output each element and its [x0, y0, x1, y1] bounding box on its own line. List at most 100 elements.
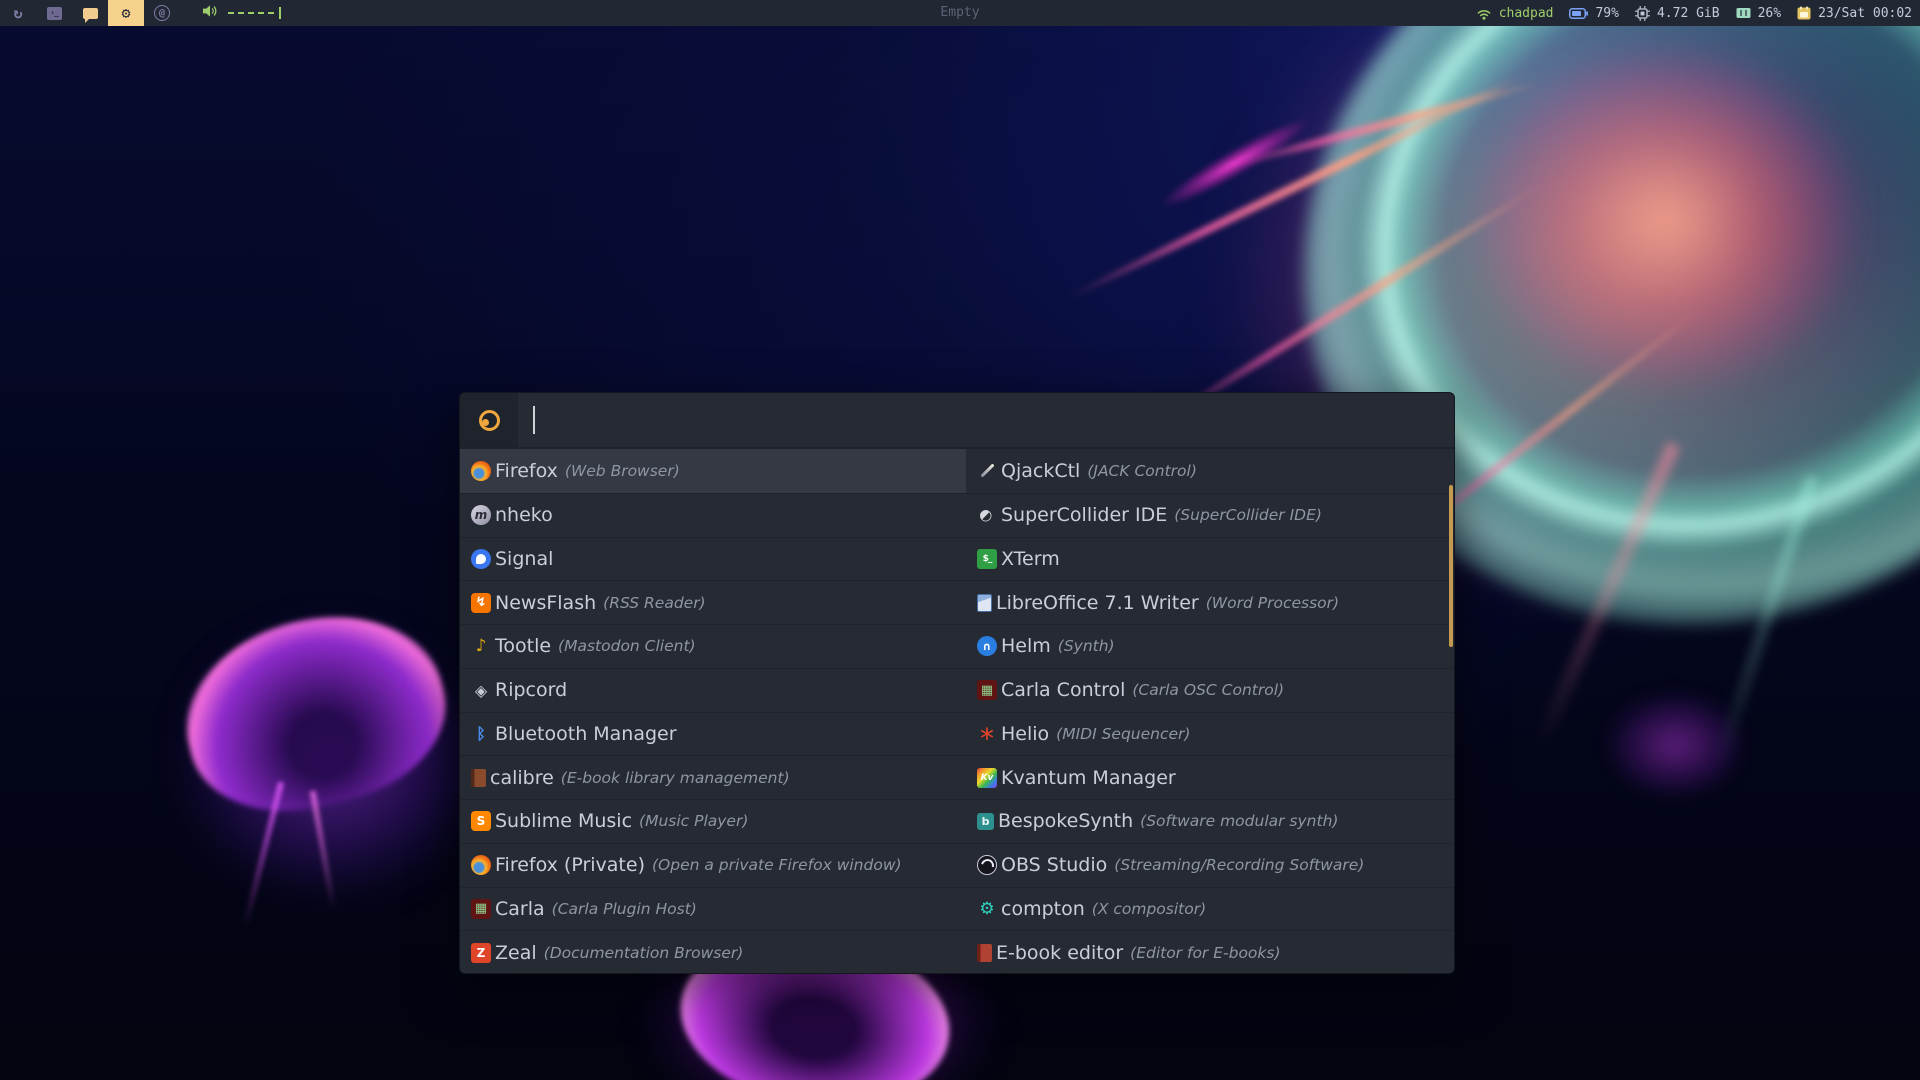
app-row[interactable]: Helm (Synth) [966, 624, 1454, 668]
app-row[interactable]: Firefox (Web Browser) [460, 449, 966, 493]
sublime-music-icon [471, 811, 491, 832]
app-row[interactable]: XTerm [966, 536, 1454, 581]
app-name: OBS Studio [1001, 854, 1108, 877]
text-cursor [533, 406, 535, 434]
workspace-button[interactable] [36, 0, 72, 26]
workspace-button[interactable] [144, 0, 180, 26]
battery-icon [1569, 7, 1589, 19]
window-title: Empty [940, 5, 980, 20]
jellyfish-tentacle [1533, 441, 1681, 749]
qjackctl-icon [977, 461, 997, 481]
compton-icon [977, 899, 997, 919]
jellyfish-left-bell [166, 591, 464, 834]
volume-slider-handle[interactable] [279, 7, 281, 19]
kvantum-icon [977, 767, 997, 788]
nheko-icon [471, 505, 491, 526]
app-row[interactable]: Tootle (Mastodon Client) [460, 624, 966, 668]
app-description: (Editor for E-books) [1130, 943, 1281, 962]
helio-icon [977, 724, 997, 744]
app-row[interactable]: E-book editor (Editor for E-books) [966, 930, 1454, 973]
app-row[interactable]: compton (X compositor) [966, 886, 1454, 931]
chip-icon [1634, 5, 1650, 21]
app-row[interactable]: Firefox (Private) (Open a private Firefo… [460, 842, 966, 887]
supercollider-icon [977, 505, 997, 525]
app-name: nheko [495, 504, 553, 527]
results-column-left: Firefox (Web Browser) nheko Signal [460, 449, 966, 973]
app-name: Carla [495, 897, 545, 920]
app-name: Helio [1001, 722, 1050, 745]
volume-control[interactable] [202, 0, 281, 26]
calibre-icon [471, 768, 486, 787]
app-description: (E-book library management) [560, 768, 790, 787]
status-bar: Empty chadpad [0, 0, 1920, 26]
ram-percentage: 26% [1757, 5, 1782, 21]
app-name: E-book editor [996, 941, 1124, 964]
workspace-button[interactable] [108, 0, 144, 26]
workspace-switcher [0, 0, 180, 26]
jellyfish-filament [1224, 77, 1546, 172]
app-row[interactable]: Signal [460, 536, 966, 581]
app-description: (Carla Plugin Host) [551, 899, 697, 918]
app-name: LibreOffice 7.1 Writer [996, 591, 1199, 614]
wifi-icon [1476, 7, 1492, 20]
battery-percentage: 79% [1595, 5, 1619, 21]
app-row[interactable]: BespokeSynth (Software modular synth) [966, 799, 1454, 843]
app-name: NewsFlash [495, 591, 597, 614]
app-name: XTerm [1001, 547, 1060, 570]
app-row[interactable]: Zeal (Documentation Browser) [460, 930, 966, 973]
app-row[interactable]: OBS Studio (Streaming/Recording Software… [966, 842, 1454, 887]
volume-slider[interactable] [228, 12, 274, 14]
app-name: SuperCollider IDE [1001, 504, 1168, 527]
chat-workspace-icon [82, 7, 98, 23]
launcher-results: Firefox (Web Browser) nheko Signal [460, 449, 1454, 973]
app-description: (Music Player) [639, 812, 749, 831]
workspace-button[interactable] [0, 0, 36, 26]
app-row[interactable]: calibre (E-book library management) [460, 755, 966, 799]
app-name: QjackCtl [1001, 459, 1081, 482]
workspace-button[interactable] [72, 0, 108, 26]
app-row[interactable]: NewsFlash (RSS Reader) [460, 580, 966, 624]
app-description: (Word Processor) [1205, 593, 1340, 612]
zeal-icon [471, 942, 491, 963]
speaker-icon [202, 4, 219, 22]
app-row[interactable]: LibreOffice 7.1 Writer (Word Processor) [966, 580, 1454, 624]
firefox-icon [471, 460, 491, 481]
app-row[interactable]: nheko [460, 492, 966, 537]
search-input[interactable] [518, 393, 1454, 447]
launcher-scrollbar[interactable] [1449, 485, 1453, 647]
calendar-icon [1797, 6, 1811, 20]
app-row[interactable]: SuperCollider IDE (SuperCollider IDE) [966, 492, 1454, 537]
app-row[interactable]: Kvantum Manager [966, 755, 1454, 799]
app-name: Sublime Music [495, 810, 633, 833]
xterm-icon [977, 548, 997, 569]
ram-icon [1736, 7, 1751, 19]
clock-module: 23/Sat 00:02 [1797, 6, 1912, 21]
app-name: Signal [495, 547, 554, 570]
newsflash-icon [471, 592, 491, 613]
app-description: (Synth) [1057, 637, 1115, 656]
network-module: chadpad [1476, 6, 1553, 21]
firefox-workspace-icon [13, 4, 22, 22]
launcher-logo-icon [478, 409, 500, 431]
app-row[interactable]: QjackCtl (JACK Control) [966, 449, 1454, 493]
jellyfish-large-core [1430, 10, 1900, 430]
jellyfish-tentacle [1713, 475, 1819, 765]
jellyfish-tentacle [241, 781, 285, 929]
libreoffice-writer-icon [977, 593, 992, 612]
app-row[interactable]: Ripcord [460, 667, 966, 712]
app-description: (RSS Reader) [603, 593, 706, 612]
app-row[interactable]: Bluetooth Manager [460, 711, 966, 756]
app-row[interactable]: Carla (Carla Plugin Host) [460, 886, 966, 931]
carla-icon [471, 898, 491, 919]
app-description: (Documentation Browser) [543, 943, 744, 962]
app-row[interactable]: Carla Control (Carla OSC Control) [966, 667, 1454, 712]
app-row[interactable]: Helio (MIDI Sequencer) [966, 711, 1454, 756]
jellyfish-filament [1154, 109, 1316, 217]
datetime-label: 23/Sat 00:02 [1818, 5, 1912, 21]
carla-control-icon [977, 680, 997, 701]
app-name: calibre [490, 766, 554, 789]
firefox-private-icon [471, 855, 491, 876]
app-row[interactable]: Sublime Music (Music Player) [460, 799, 966, 843]
app-name: Helm [1001, 635, 1051, 658]
app-name: BespokeSynth [998, 810, 1134, 833]
